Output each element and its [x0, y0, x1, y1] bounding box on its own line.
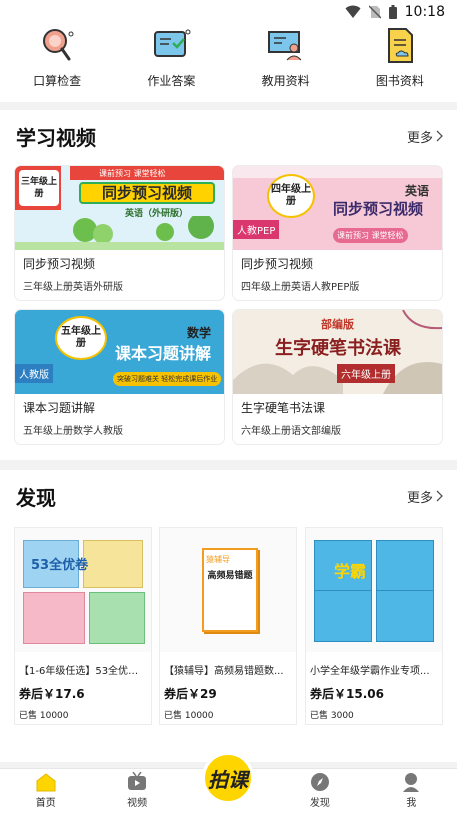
tab-home[interactable]: 首页: [0, 769, 91, 814]
top-tool-row: 口算检查 作业答案 教用资料 图书资料: [0, 24, 457, 102]
product-price: 券后￥15.06: [310, 687, 384, 701]
cover-brand: 猿辅导: [206, 555, 230, 564]
video-thumbnail: 课前预习 课堂轻松 三年级上册 同步预习视频 英语（外研版）: [15, 166, 224, 250]
home-icon: [36, 773, 56, 792]
section-header: 学习视频 更多: [0, 110, 457, 162]
tab-label: 视频: [127, 798, 148, 809]
product-image: 53全优卷: [15, 528, 151, 652]
product-row: 53全优卷 【1-6年级任选】53全优卷... 券后￥17.6 已售 10000…: [15, 528, 442, 724]
no-sim-icon: [368, 5, 381, 19]
cover-text: 53全优卷: [31, 558, 89, 573]
discover-section: 发现 更多 53全优卷 【1-6年级任选】53全优卷... 券后￥17.6 已售…: [0, 470, 457, 762]
tool-label: 图书资料: [375, 74, 424, 88]
tab-me[interactable]: 我: [366, 769, 457, 814]
tab-label: 发现: [309, 798, 330, 809]
book-doc-icon: [387, 28, 413, 63]
thumb-banner: 课前预习 课堂轻松: [99, 169, 166, 178]
more-link[interactable]: 更多: [407, 487, 443, 506]
edition-tag: 人教版: [15, 364, 53, 383]
cover-text: 高频易错题: [207, 571, 253, 581]
product-card[interactable]: 53全优卷 【1-6年级任选】53全优卷... 券后￥17.6 已售 10000: [15, 528, 151, 724]
product-image: 学霸: [306, 528, 442, 652]
video-thumbnail: 部编版 生字硬笔书法课 六年级上册: [233, 310, 442, 394]
thumb-title: 同步预习视频: [332, 200, 423, 218]
product-price: 券后￥29: [164, 687, 217, 701]
product-name: 【猿辅导】高频易错题数...: [164, 666, 284, 677]
product-sold: 已售 3000: [310, 711, 354, 721]
thumb-banner: 突破习题难关 轻松完成课后作业: [113, 372, 222, 386]
tool-label: 作业答案: [147, 74, 196, 88]
more-link[interactable]: 更多: [407, 127, 443, 146]
product-name: 【1-6年级任选】53全优卷...: [19, 666, 147, 677]
camera-button[interactable]: 拍课: [202, 752, 254, 804]
chevron-right-icon: [436, 130, 443, 142]
magnifier-icon: [43, 29, 74, 61]
video-thumbnail: 五年级上册 数学 课本习题讲解 人教版 突破习题难关 轻松完成课后作业: [15, 310, 224, 394]
section-header: 发现 更多: [0, 470, 457, 522]
thumb-subject: 英语: [405, 184, 430, 198]
tool-book-materials[interactable]: 图书资料: [343, 24, 457, 102]
tool-homework-answer[interactable]: 作业答案: [114, 24, 228, 102]
grade-badge: 三年级上册: [19, 170, 59, 206]
product-sold: 已售 10000: [19, 711, 69, 721]
status-time: 10:18: [404, 4, 445, 20]
tab-label: 我: [406, 798, 417, 809]
product-image: 猿辅导 高频易错题: [160, 528, 296, 652]
user-icon: [403, 773, 420, 792]
video-subtitle: 五年级上册数学人教版: [23, 426, 123, 437]
video-subtitle: 六年级上册语文部编版: [241, 426, 341, 437]
tab-video[interactable]: 视频: [91, 769, 182, 814]
compass-icon: [310, 773, 329, 791]
tool-label: 口算检查: [33, 74, 82, 88]
product-card[interactable]: 猿辅导 高频易错题 【猿辅导】高频易错题数... 券后￥29 已售 10000: [160, 528, 296, 724]
tab-discover[interactable]: 发现: [274, 769, 365, 814]
product-price: 券后￥17.6: [19, 687, 85, 701]
tool-teaching-materials[interactable]: 教用资料: [229, 24, 343, 102]
thumb-grade: 六年级上册: [337, 364, 395, 383]
thumb-banner: 课前预习 课堂轻松: [333, 228, 408, 243]
video-card[interactable]: 课前预习 课堂轻松 三年级上册 同步预习视频 英语（外研版） 同步预习视频 三年…: [15, 166, 224, 300]
tv-icon: [128, 772, 147, 790]
video-subtitle: 四年级上册英语人教PEP版: [241, 282, 360, 293]
video-title: 生字硬笔书法课: [241, 401, 326, 415]
product-card[interactable]: 学霸 小学全年级学霸作业专项... 券后￥15.06 已售 3000: [306, 528, 442, 724]
tool-oral-check[interactable]: 口算检查: [0, 24, 114, 102]
teacher-board-icon: [267, 31, 302, 61]
more-label: 更多: [406, 130, 433, 146]
video-subtitle: 三年级上册英语外研版: [23, 282, 123, 293]
trees-illustration: [15, 216, 224, 250]
product-sold: 已售 10000: [164, 711, 214, 721]
video-title: 课本习题讲解: [23, 401, 96, 415]
answer-book-icon: [154, 29, 191, 57]
learning-video-section: 学习视频 更多 课前预习 课堂轻松 三年级上册 同步预习视频 英语（外研版） 同…: [0, 110, 457, 460]
section-title: 学习视频: [16, 125, 96, 150]
thumb-title: 生字硬笔书法课: [275, 338, 401, 359]
grade-badge: 四年级上册: [267, 174, 315, 218]
video-card[interactable]: 部编版 生字硬笔书法课 六年级上册 生字硬笔书法课 六年级上册语文部编版: [233, 310, 442, 444]
chevron-right-icon: [436, 490, 443, 502]
video-card[interactable]: 四年级上册 英语 同步预习视频 人教PEP 课前预习 课堂轻松 同步预习视频 四…: [233, 166, 442, 300]
video-title: 同步预习视频: [241, 257, 314, 271]
grade-badge: 五年级上册: [55, 316, 107, 360]
battery-icon: [388, 5, 397, 19]
thumb-title: 同步预习视频: [79, 182, 215, 204]
video-card[interactable]: 五年级上册 数学 课本习题讲解 人教版 突破习题难关 轻松完成课后作业 课本习题…: [15, 310, 224, 444]
cover-text: 学霸: [334, 562, 367, 581]
edition-tag: 人教PEP: [233, 220, 280, 239]
tab-label: 首页: [35, 798, 56, 809]
tool-label: 教用资料: [261, 74, 310, 88]
wifi-icon: [345, 5, 361, 18]
section-title: 发现: [16, 485, 56, 510]
video-thumbnail: 四年级上册 英语 同步预习视频 人教PEP 课前预习 课堂轻松: [233, 166, 442, 250]
more-label: 更多: [406, 490, 433, 506]
thumb-subject: 数学: [187, 326, 212, 340]
status-bar: 10:18: [0, 0, 457, 24]
thumb-edition: 部编版: [321, 318, 354, 331]
video-title: 同步预习视频: [23, 257, 96, 271]
product-name: 小学全年级学霸作业专项...: [310, 666, 430, 677]
thumb-title: 课本习题讲解: [114, 344, 211, 363]
